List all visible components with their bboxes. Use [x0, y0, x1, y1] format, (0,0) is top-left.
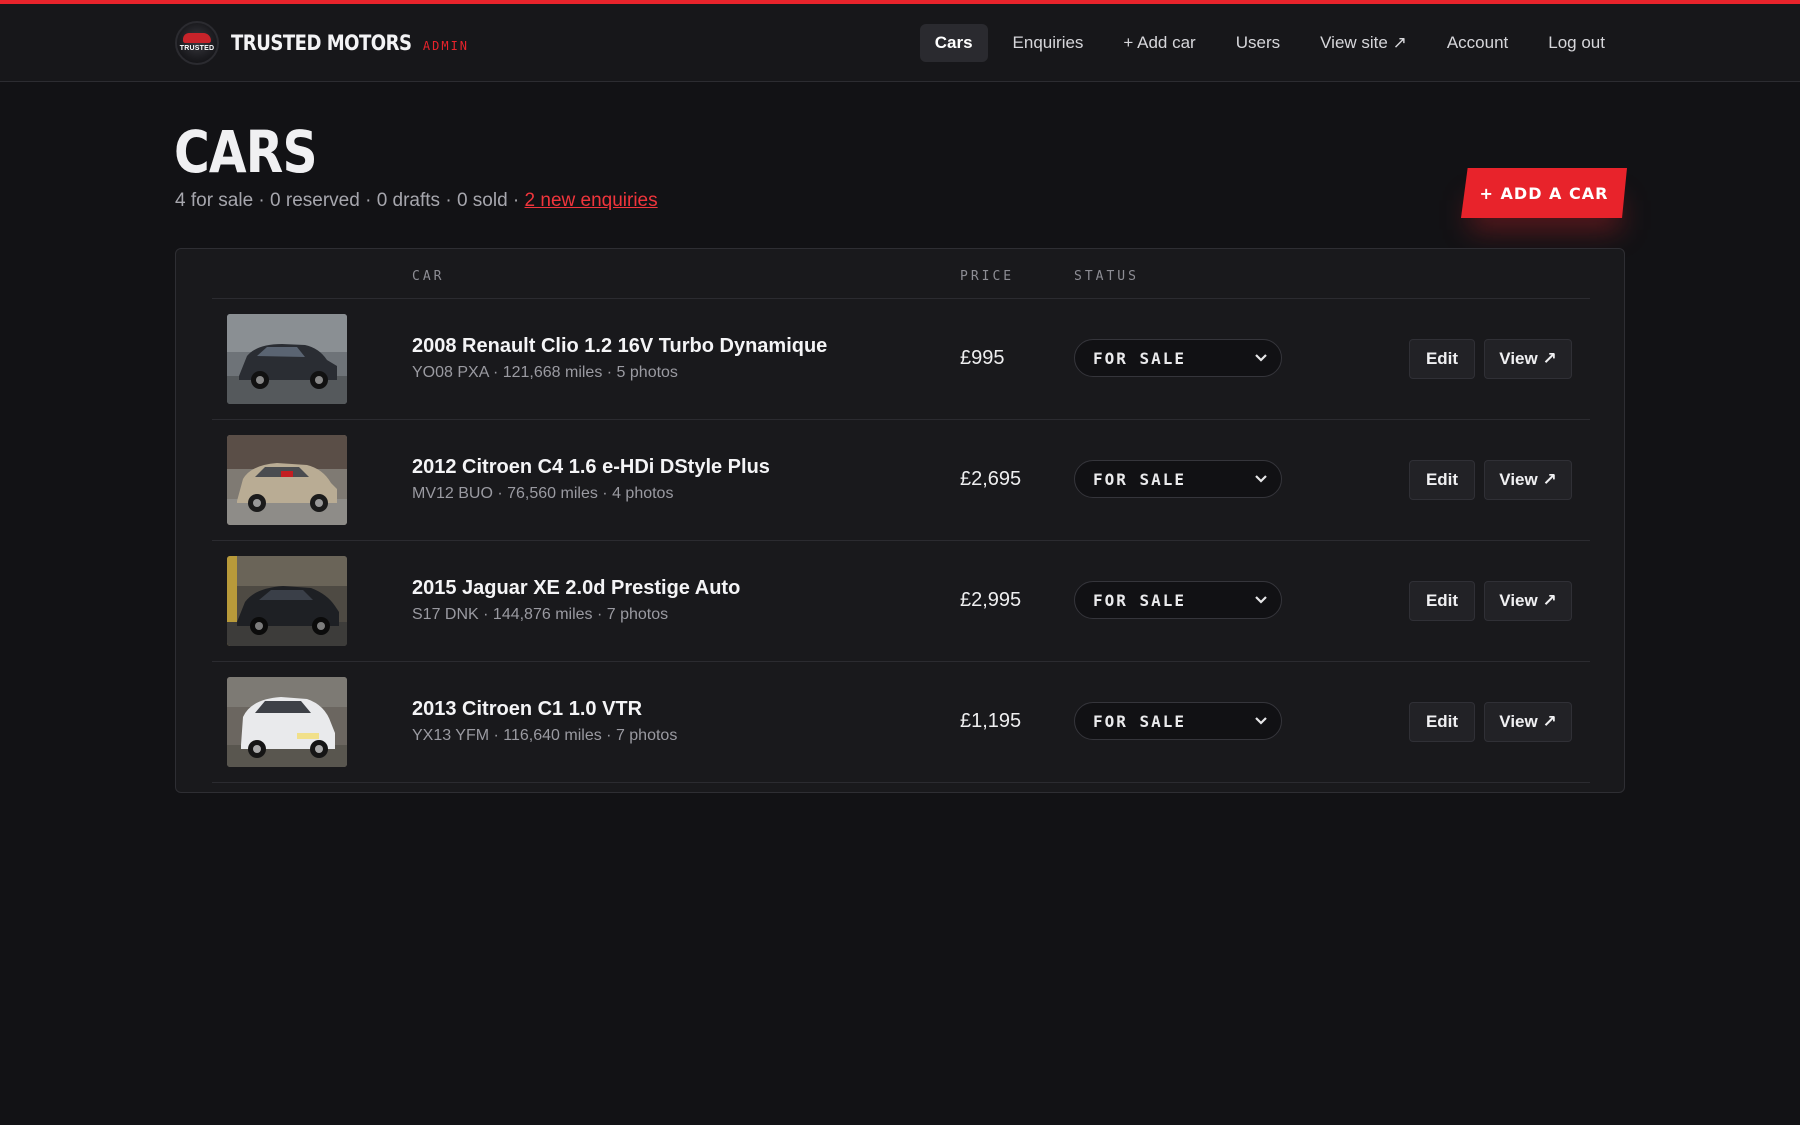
table-row: 2013 Citroen C1 1.0 VTR YX13 YFM · 116,6… — [212, 662, 1590, 783]
table-row: 2008 Renault Clio 1.2 16V Turbo Dynamiqu… — [212, 299, 1590, 420]
column-header-car: CAR — [412, 269, 445, 284]
car-meta: YO08 PXA · 121,668 miles · 5 photos — [412, 364, 678, 381]
column-header-price: PRICE — [960, 269, 1015, 284]
table-row: 2012 Citroen C4 1.6 e-HDi DStyle Plus MV… — [212, 420, 1590, 541]
brand-subtitle: ADMIN — [422, 39, 470, 53]
status-value: FOR SALE — [1093, 711, 1187, 731]
car-price: £2,995 — [960, 589, 1022, 611]
nav-item-users[interactable]: Users — [1221, 24, 1295, 62]
cars-table: CAR PRICE STATUS 2008 Renault Clio 1.2 1… — [175, 248, 1625, 793]
status-select[interactable]: FOR SALE — [1074, 702, 1282, 740]
car-price: £1,195 — [960, 710, 1022, 732]
chevron-down-icon — [1255, 717, 1267, 725]
status-select[interactable]: FOR SALE — [1074, 339, 1282, 377]
inventory-summary: 4 for sale · 0 reserved · 0 drafts · 0 s… — [175, 190, 658, 212]
view-button[interactable]: View ↗ — [1484, 339, 1572, 379]
edit-button[interactable]: Edit — [1409, 339, 1475, 379]
car-price: £995 — [960, 347, 1005, 369]
view-button[interactable]: View ↗ — [1484, 460, 1572, 500]
chevron-down-icon — [1255, 354, 1267, 362]
status-value: FOR SALE — [1093, 469, 1187, 489]
edit-button[interactable]: Edit — [1409, 460, 1475, 500]
brand[interactable]: TRUSTED TRUSTED MOTORS ADMIN — [175, 20, 469, 66]
add-car-button[interactable]: + ADD A CAR — [1461, 168, 1627, 218]
status-select[interactable]: FOR SALE — [1074, 581, 1282, 619]
edit-button[interactable]: Edit — [1409, 702, 1475, 742]
nav-item-add-car[interactable]: + Add car — [1108, 24, 1210, 62]
nav-item-account[interactable]: Account — [1432, 24, 1523, 62]
view-button[interactable]: View ↗ — [1484, 581, 1572, 621]
main-nav: Cars Enquiries + Add car Users View site… — [919, 24, 1620, 62]
car-title[interactable]: 2012 Citroen C4 1.6 e-HDi DStyle Plus — [412, 456, 770, 479]
table-row: 2015 Jaguar XE 2.0d Prestige Auto S17 DN… — [212, 541, 1590, 662]
chevron-down-icon — [1255, 475, 1267, 483]
car-price: £2,695 — [960, 468, 1022, 490]
nav-item-view-site[interactable]: View site ↗ — [1305, 24, 1422, 62]
car-title[interactable]: 2015 Jaguar XE 2.0d Prestige Auto — [412, 577, 740, 600]
car-thumbnail[interactable] — [227, 556, 347, 646]
car-title[interactable]: 2008 Renault Clio 1.2 16V Turbo Dynamiqu… — [412, 335, 827, 358]
car-thumbnail[interactable] — [227, 435, 347, 525]
status-value: FOR SALE — [1093, 590, 1187, 610]
view-button[interactable]: View ↗ — [1484, 702, 1572, 742]
logo-car-icon — [183, 33, 211, 43]
nav-item-cars[interactable]: Cars — [919, 24, 988, 62]
status-select[interactable]: FOR SALE — [1074, 460, 1282, 498]
table-header: CAR PRICE STATUS — [212, 269, 1590, 299]
nav-item-log-out[interactable]: Log out — [1533, 24, 1620, 62]
page-title: CARS — [174, 118, 318, 186]
column-header-status: STATUS — [1074, 269, 1139, 284]
car-thumbnail[interactable] — [227, 314, 347, 404]
brand-name: TRUSTED MOTORS — [231, 31, 412, 55]
car-meta: YX13 YFM · 116,640 miles · 7 photos — [412, 727, 678, 744]
logo-text: TRUSTED — [179, 44, 215, 52]
car-meta: S17 DNK · 144,876 miles · 7 photos — [412, 606, 669, 623]
top-header: TRUSTED TRUSTED MOTORS ADMIN Cars Enquir… — [0, 4, 1800, 82]
summary-counts: 4 for sale · 0 reserved · 0 drafts · 0 s… — [175, 190, 525, 211]
edit-button[interactable]: Edit — [1409, 581, 1475, 621]
car-title[interactable]: 2013 Citroen C1 1.0 VTR — [412, 698, 642, 721]
car-thumbnail[interactable] — [227, 677, 347, 767]
nav-item-enquiries[interactable]: Enquiries — [998, 24, 1099, 62]
new-enquiries-link[interactable]: 2 new enquiries — [525, 190, 658, 211]
car-meta: MV12 BUO · 76,560 miles · 4 photos — [412, 485, 674, 502]
chevron-down-icon — [1255, 596, 1267, 604]
brand-logo: TRUSTED — [175, 21, 219, 65]
status-value: FOR SALE — [1093, 348, 1187, 368]
